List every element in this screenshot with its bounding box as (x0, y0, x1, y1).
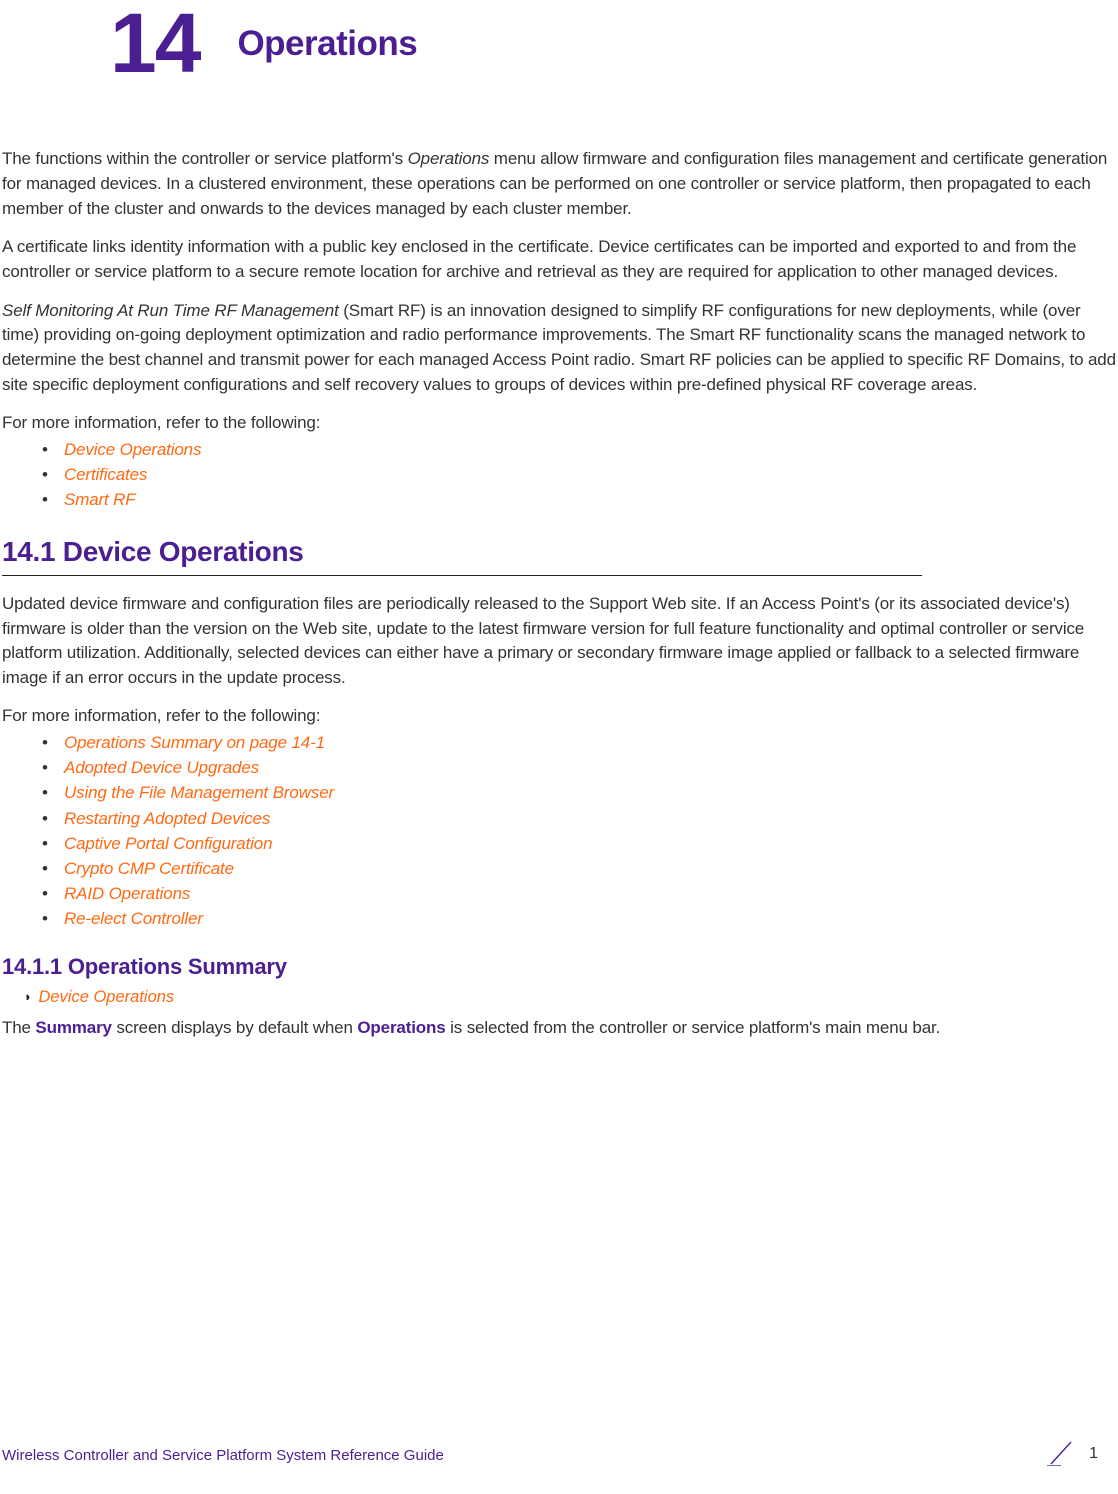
list-item: Adopted Device Upgrades (42, 756, 1118, 780)
text: The (2, 1018, 35, 1037)
list-item: Using the File Management Browser (42, 781, 1118, 805)
chapter-title: Operations (237, 19, 417, 69)
intro-paragraph-3: Self Monitoring At Run Time RF Managemen… (2, 299, 1118, 398)
link-crypto-cmp-certificate[interactable]: Crypto CMP Certificate (64, 859, 234, 878)
bold-summary: Summary (35, 1018, 111, 1037)
footer-slash-icon (1047, 1438, 1075, 1466)
link-operations-summary[interactable]: Operations Summary on page 14-1 (64, 733, 325, 752)
sec-14-1-1-paragraph-1: The Summary screen displays by default w… (2, 1016, 1118, 1041)
bold-operations: Operations (357, 1018, 445, 1037)
italic-smart-rf: Self Monitoring At Run Time RF Managemen… (2, 301, 339, 320)
chapter-number: 14 (110, 8, 199, 79)
list-item: Operations Summary on page 14-1 (42, 731, 1118, 755)
breadcrumb-link-device-operations[interactable]: Device Operations (38, 988, 174, 1006)
link-restarting-adopted-devices[interactable]: Restarting Adopted Devices (64, 809, 270, 828)
list-item: Restarting Adopted Devices (42, 807, 1118, 831)
text: is selected from the controller or servi… (446, 1018, 941, 1037)
list-item: Re-elect Controller (42, 907, 1118, 931)
list-item: Crypto CMP Certificate (42, 857, 1118, 881)
link-file-management-browser[interactable]: Using the File Management Browser (64, 783, 334, 802)
list-item: Certificates (42, 463, 1118, 487)
link-captive-portal-configuration[interactable]: Captive Portal Configuration (64, 834, 272, 853)
list-item: RAID Operations (42, 882, 1118, 906)
link-smart-rf[interactable]: Smart RF (64, 490, 136, 509)
breadcrumb: ◗ Device Operations (24, 986, 1118, 1009)
intro-link-list: Device Operations Certificates Smart RF (42, 438, 1118, 512)
text: The functions within the controller or s… (2, 149, 408, 168)
link-raid-operations[interactable]: RAID Operations (64, 884, 190, 903)
text: screen displays by default when (112, 1018, 357, 1037)
page-footer: Wireless Controller and Service Platform… (2, 1438, 1098, 1466)
footer-right: 1 (1047, 1438, 1098, 1466)
list-item: Captive Portal Configuration (42, 832, 1118, 856)
list-item: Device Operations (42, 438, 1118, 462)
page-number: 1 (1089, 1443, 1098, 1466)
heading-14-1: 14.1 Device Operations (2, 532, 1118, 572)
intro-paragraph-4: For more information, refer to the follo… (2, 411, 1118, 436)
link-device-operations[interactable]: Device Operations (64, 440, 201, 459)
breadcrumb-arrow-icon: ◗ (24, 988, 32, 1006)
sec-14-1-link-list: Operations Summary on page 14-1 Adopted … (42, 731, 1118, 931)
link-adopted-device-upgrades[interactable]: Adopted Device Upgrades (64, 758, 259, 777)
intro-paragraph-1: The functions within the controller or s… (2, 147, 1118, 221)
sec-14-1-paragraph-1: Updated device firmware and configuratio… (2, 592, 1118, 691)
footer-guide-title: Wireless Controller and Service Platform… (2, 1445, 444, 1466)
intro-paragraph-2: A certificate links identity information… (2, 235, 1118, 284)
heading-14-1-1: 14.1.1 Operations Summary (2, 951, 1118, 982)
sec-14-1-paragraph-2: For more information, refer to the follo… (2, 704, 1118, 729)
link-certificates[interactable]: Certificates (64, 465, 147, 484)
link-re-elect-controller[interactable]: Re-elect Controller (64, 909, 203, 928)
heading-rule (2, 575, 922, 576)
list-item: Smart RF (42, 488, 1118, 512)
chapter-header: 14 Operations (110, 8, 1118, 79)
italic-operations: Operations (408, 149, 490, 168)
